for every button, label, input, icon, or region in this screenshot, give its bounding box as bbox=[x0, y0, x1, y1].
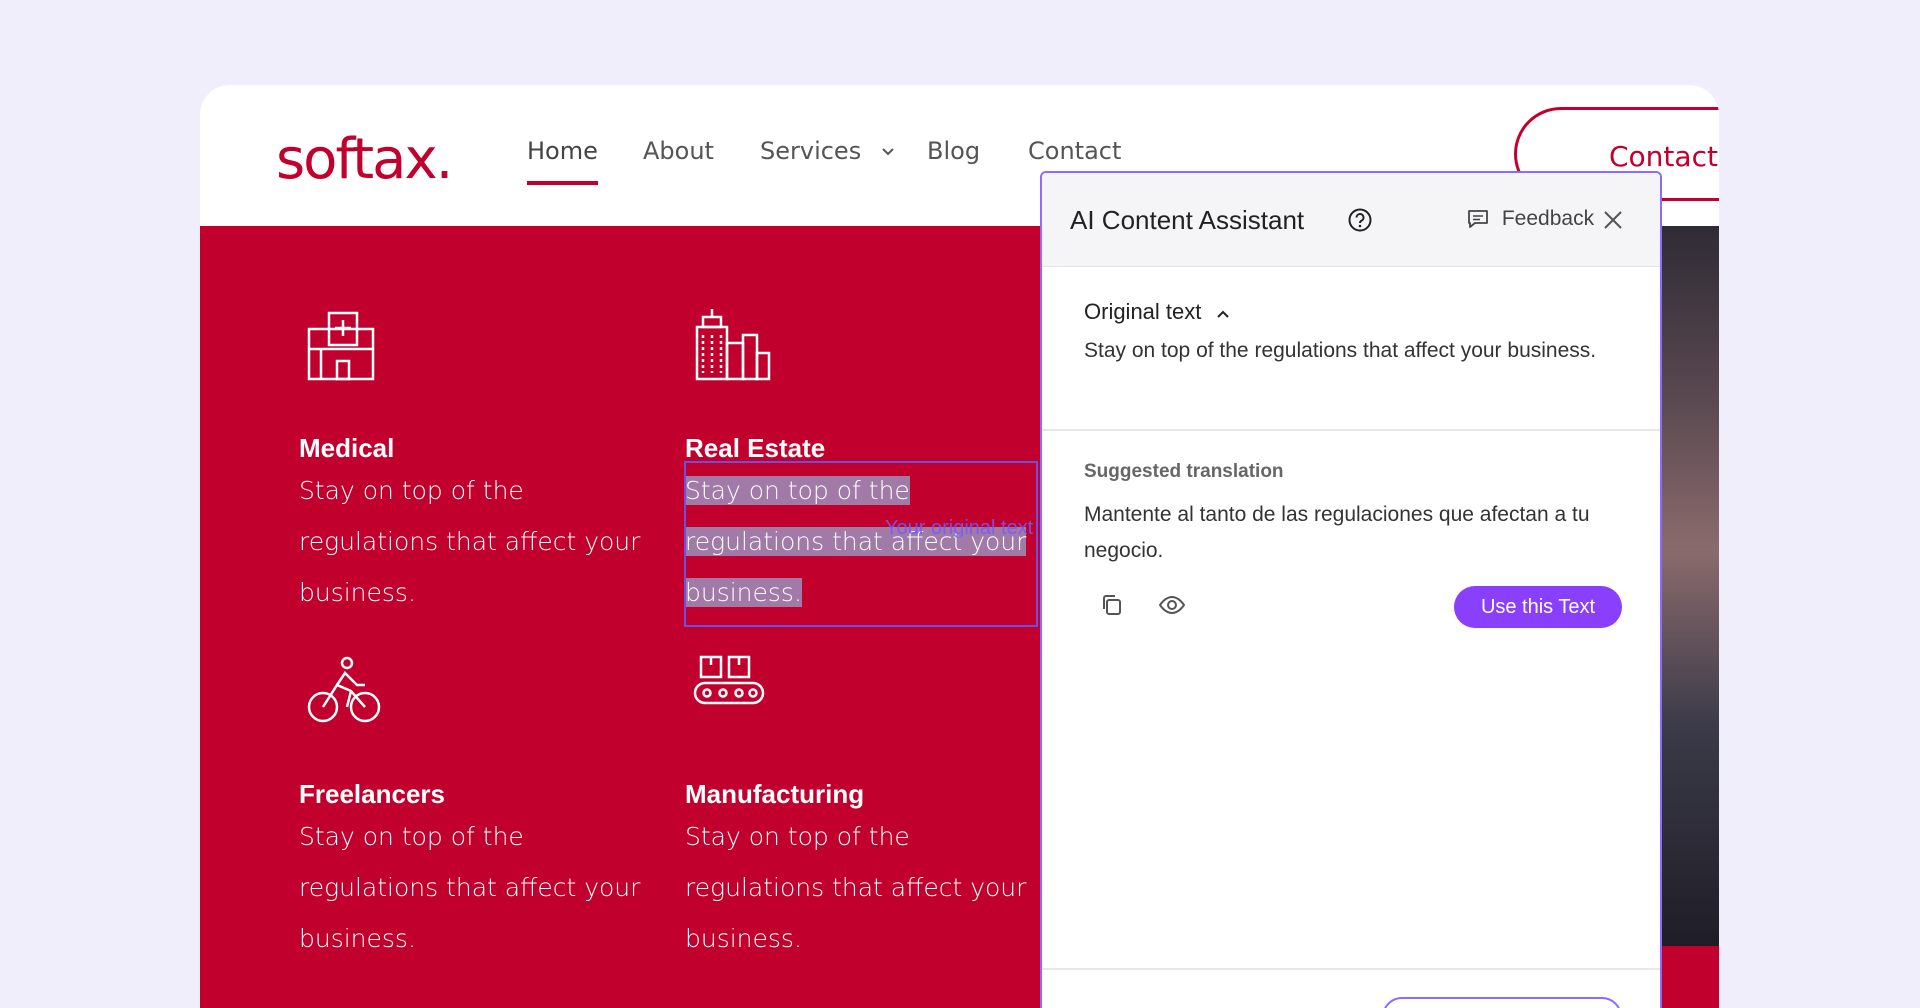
chevron-up-icon bbox=[1216, 310, 1229, 318]
nav-about-label: About bbox=[643, 137, 714, 165]
card-title: Real Estate bbox=[685, 433, 826, 463]
feedback-label: Feedback bbox=[1501, 207, 1595, 231]
nav-active-underline bbox=[527, 181, 598, 185]
nav-contact[interactable]: Contact bbox=[1028, 137, 1121, 165]
contact-button-label: Contact bbox=[1609, 140, 1718, 173]
panel-footer-divider bbox=[1042, 968, 1660, 970]
original-text: Stay on top of the regulations that affe… bbox=[1084, 339, 1597, 362]
panel-header: AI Content Assistant Feedback bbox=[1042, 173, 1660, 267]
buildings-icon bbox=[695, 309, 771, 381]
nav-home-label: Home bbox=[527, 137, 598, 165]
feedback-button[interactable]: Feedback bbox=[1466, 207, 1594, 231]
card-text: Stay on top of the regulations that affe… bbox=[299, 476, 641, 607]
nav-services-label: Services bbox=[760, 137, 862, 165]
card-title: Manufacturing bbox=[685, 779, 865, 809]
nav-about[interactable]: About bbox=[643, 137, 714, 165]
conveyor-icon bbox=[693, 655, 765, 705]
panel-title: AI Content Assistant bbox=[1070, 205, 1305, 235]
close-icon[interactable] bbox=[1602, 209, 1624, 231]
original-text-section: Original text Stay on top of the regulat… bbox=[1042, 267, 1660, 431]
chevron-down-icon bbox=[882, 148, 894, 156]
nav-blog-label: Blog bbox=[927, 137, 981, 165]
nav-blog[interactable]: Blog bbox=[927, 137, 980, 165]
selection-outline bbox=[684, 461, 1038, 627]
ai-content-assistant-panel: AI Content Assistant Feedback Original t… bbox=[1040, 171, 1662, 1008]
card-text: Stay on top of the regulations that affe… bbox=[299, 822, 641, 953]
suggested-translation-title: Suggested translation bbox=[1084, 461, 1284, 482]
hero-photo bbox=[1660, 226, 1719, 946]
suggested-translation-text: Mantente al tanto de las regulaciones qu… bbox=[1084, 503, 1590, 562]
site-logo[interactable]: softax. bbox=[276, 127, 453, 192]
nav-home[interactable]: Home bbox=[527, 137, 598, 185]
eye-icon[interactable] bbox=[1158, 593, 1186, 617]
nav-contact-label: Contact bbox=[1028, 137, 1122, 165]
card-text: Stay on top of the regulations that affe… bbox=[685, 822, 1027, 953]
help-icon[interactable] bbox=[1347, 207, 1373, 233]
cyclist-icon bbox=[307, 656, 381, 723]
nav-services[interactable]: Services bbox=[760, 137, 895, 165]
footer-button[interactable] bbox=[1382, 997, 1622, 1008]
hospital-icon bbox=[307, 311, 375, 381]
use-this-text-button[interactable]: Use this Text bbox=[1454, 586, 1622, 628]
card-title: Medical bbox=[299, 433, 395, 463]
original-text-title: Original text bbox=[1084, 299, 1202, 324]
card-title: Freelancers bbox=[299, 779, 445, 809]
copy-icon[interactable] bbox=[1100, 593, 1124, 617]
feedback-icon bbox=[1468, 210, 1488, 229]
original-text-toggle[interactable]: Original text bbox=[1084, 299, 1230, 325]
